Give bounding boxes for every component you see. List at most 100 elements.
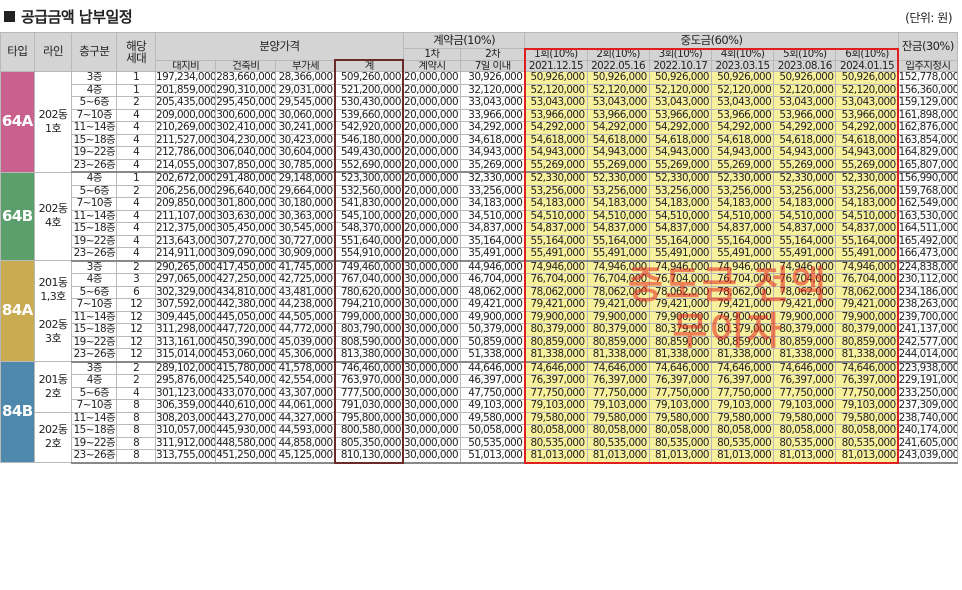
cell-dep2: 35,164,000	[460, 234, 526, 248]
col-balance-sub: 입주지정시	[897, 59, 959, 72]
col-mid-date-2: 2022.05.16	[586, 59, 650, 72]
cell-dep2: 50,535,000	[460, 436, 526, 450]
cell-mid4: 53,256,000	[710, 184, 775, 198]
cell-vat: 42,725,000	[275, 273, 336, 287]
cell-mid1: 53,256,000	[524, 184, 588, 198]
type-cell: 64B	[0, 171, 35, 261]
cell-vat: 29,031,000	[275, 83, 336, 97]
table-row: 64A 202동 1호 3층 1 197,234,000 283,660,000 28,36…	[0, 71, 959, 173]
cell-floor: 4층	[71, 83, 118, 97]
cell-balance: 159,768,000	[897, 184, 959, 198]
cell-vat: 30,180,000	[275, 197, 336, 211]
cell-dep2: 49,103,000	[460, 399, 526, 413]
cell-balance: 164,511,000	[897, 222, 959, 236]
cell-mid2: 79,580,000	[586, 411, 650, 425]
cell-dep2: 34,183,000	[460, 197, 526, 211]
cell-dep2: 34,618,000	[460, 133, 526, 147]
cell-floor: 23~26층	[71, 348, 118, 363]
table-row: 15~18층 12 311,298,000 447,720,000 44,772,000…	[1, 323, 959, 337]
cell-floor: 5~6층	[71, 96, 118, 110]
cell-mid6: 76,397,000	[835, 374, 899, 388]
type-cell: 64A	[0, 71, 35, 173]
cell-mid2: 76,397,000	[586, 374, 650, 388]
cell-units: 12	[116, 298, 157, 312]
cell-dep1: 20,000,000	[402, 209, 462, 223]
cell-mid4: 53,043,000	[710, 96, 775, 110]
cell-vat: 28,366,000	[275, 71, 336, 85]
cell-mid2: 54,837,000	[586, 222, 650, 236]
cell-mid6: 54,510,000	[835, 209, 899, 223]
cell-dep2: 49,580,000	[460, 411, 526, 425]
cell-land: 289,102,000	[155, 361, 217, 375]
cell-mid5: 54,183,000	[773, 197, 837, 211]
line-cell: 201동 1,3호 202동 3호	[33, 260, 73, 362]
cell-total: 551,640,000	[334, 234, 404, 248]
cell-mid3: 54,183,000	[648, 197, 712, 211]
cell-building: 443,270,000	[215, 411, 277, 425]
cell-total: 777,500,000	[334, 386, 404, 400]
cell-dep2: 46,704,000	[460, 273, 526, 287]
cell-mid1: 80,859,000	[524, 335, 588, 349]
cell-floor: 5~6층	[71, 386, 118, 400]
cell-dep2: 50,058,000	[460, 424, 526, 438]
cell-balance: 163,530,000	[897, 209, 959, 223]
cell-balance: 241,137,000	[897, 323, 959, 337]
cell-floor: 23~26층	[71, 449, 118, 464]
cell-total: 791,030,000	[334, 399, 404, 413]
table-row: 19~22층 4 213,643,000 307,270,000 30,727,000 5…	[1, 234, 959, 248]
cell-balance: 238,263,000	[897, 298, 959, 312]
table-row: 84B 201동 2호 3층 2 289,102,000 415,780,000 41,57…	[0, 361, 959, 463]
cell-dep2: 50,859,000	[460, 335, 526, 349]
cell-mid3: 54,618,000	[648, 133, 712, 147]
cell-vat: 30,060,000	[275, 108, 336, 122]
cell-mid3: 80,379,000	[648, 323, 712, 337]
cell-mid5: 54,943,000	[773, 146, 837, 160]
cell-balance: 163,854,000	[897, 133, 959, 147]
cell-units: 3	[116, 273, 157, 287]
cell-building: 300,600,000	[215, 108, 277, 122]
cell-land: 309,445,000	[155, 310, 217, 324]
cell-land: 306,359,000	[155, 399, 217, 413]
cell-dep1: 20,000,000	[402, 108, 462, 122]
table-row: 15~18층 8 310,057,000 445,930,000 44,593,000 8…	[1, 424, 959, 438]
table-row: 7~10층 8 306,359,000 440,610,000 44,061,000 79…	[1, 399, 959, 413]
cell-mid4: 81,013,000	[710, 449, 775, 464]
table-row: 15~18층 4 212,375,000 305,450,000 30,545,000 5…	[1, 222, 959, 236]
cell-vat: 44,505,000	[275, 310, 336, 324]
cell-mid4: 76,704,000	[710, 273, 775, 287]
cell-building: 307,270,000	[215, 234, 277, 248]
cell-dep2: 34,837,000	[460, 222, 526, 236]
cell-dep1: 20,000,000	[402, 146, 462, 160]
col-land: 대지비	[155, 59, 217, 72]
cell-floor: 4층	[71, 374, 118, 388]
cell-total: 803,790,000	[334, 323, 404, 337]
table-row: 19~22층 4 212,786,000 306,040,000 30,604,000 5…	[1, 146, 959, 160]
col-type: 타입	[0, 32, 35, 72]
cell-land: 315,014,000	[155, 348, 217, 363]
cell-dep2: 32,330,000	[460, 171, 526, 186]
cell-floor: 19~22층	[71, 146, 118, 160]
cell-mid2: 55,164,000	[586, 234, 650, 248]
cell-units: 8	[116, 424, 157, 438]
cell-building: 445,930,000	[215, 424, 277, 438]
table-row: 4층 2 295,876,000 425,540,000 42,554,000 763,9…	[1, 374, 959, 388]
cell-units: 4	[116, 108, 157, 122]
cell-mid1: 74,646,000	[524, 361, 588, 375]
cell-land: 206,256,000	[155, 184, 217, 198]
cell-dep2: 47,750,000	[460, 386, 526, 400]
cell-vat: 30,785,000	[275, 158, 336, 173]
cell-dep2: 33,256,000	[460, 184, 526, 198]
cell-floor: 5~6층	[71, 285, 118, 299]
cell-floor: 19~22층	[71, 335, 118, 349]
cell-mid1: 52,330,000	[524, 171, 588, 186]
cell-dep1: 30,000,000	[402, 335, 462, 349]
cell-mid6: 50,926,000	[835, 71, 899, 85]
cell-dep1: 20,000,000	[402, 247, 462, 262]
cell-balance: 162,876,000	[897, 121, 959, 135]
cell-mid3: 50,926,000	[648, 71, 712, 85]
cell-dep2: 34,943,000	[460, 146, 526, 160]
cell-units: 2	[116, 374, 157, 388]
cell-mid6: 80,859,000	[835, 335, 899, 349]
cell-mid3: 55,491,000	[648, 247, 712, 262]
cell-dep2: 48,062,000	[460, 285, 526, 299]
